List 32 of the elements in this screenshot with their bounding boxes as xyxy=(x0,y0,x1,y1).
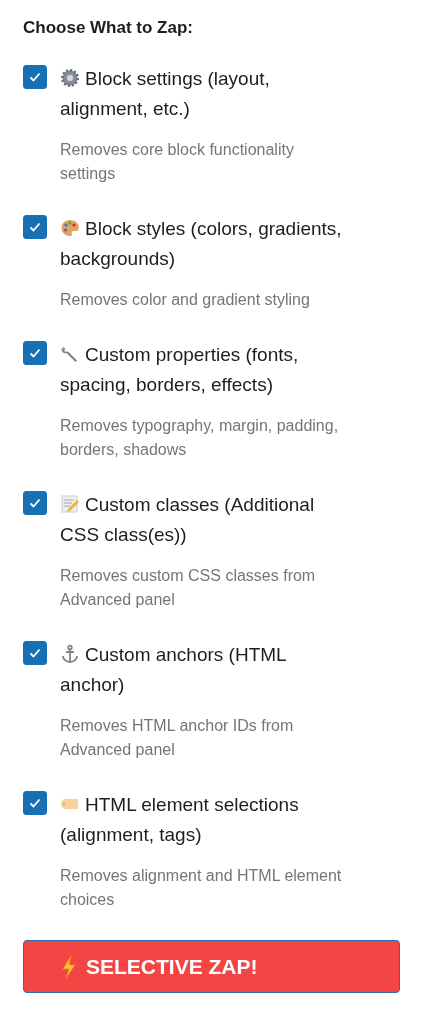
option-label[interactable]: Custom properties (fonts, spacing, borders, effects) xyxy=(60,340,352,400)
option-description: Removes alignment and HTML element choices xyxy=(60,866,343,910)
option-label[interactable]: HTML element selections (alignment, tags) xyxy=(60,790,352,850)
gear-icon xyxy=(60,68,80,88)
checkbox[interactable] xyxy=(23,791,47,815)
check-icon xyxy=(28,796,42,810)
option-description: Removes color and gradient styling xyxy=(60,290,311,310)
memo-icon xyxy=(60,494,80,514)
checkbox[interactable] xyxy=(23,215,47,239)
checkbox[interactable] xyxy=(23,491,47,515)
option-label[interactable]: Custom classes (Additional CSS class(es)) xyxy=(60,490,352,550)
option-label[interactable]: Custom anchors (HTML anchor) xyxy=(60,640,352,700)
check-icon xyxy=(28,70,42,84)
wrench-icon xyxy=(60,344,80,364)
checkbox[interactable] xyxy=(23,341,47,365)
check-icon xyxy=(28,496,42,510)
palette-icon xyxy=(60,218,80,238)
section-heading: Choose What to Zap: xyxy=(23,18,194,38)
check-icon xyxy=(28,220,42,234)
option-description: Removes core block functionality settings xyxy=(60,140,295,184)
checkbox[interactable] xyxy=(23,641,47,665)
option-description: Removes typography, margin, padding, borders, shadows xyxy=(60,416,340,460)
option-label[interactable]: Block styles (colors, gradients, backgrounds) xyxy=(60,214,352,274)
option-label[interactable]: Block settings (layout, alignment, etc.) xyxy=(60,64,352,124)
selective-zap-button[interactable]: SELECTIVE ZAP! xyxy=(23,940,400,993)
check-icon xyxy=(28,346,42,360)
option-description: Removes HTML anchor IDs from Advanced panel xyxy=(60,716,295,760)
lightning-icon xyxy=(60,954,78,979)
checkbox[interactable] xyxy=(23,65,47,89)
check-icon xyxy=(28,646,42,660)
anchor-icon xyxy=(60,644,80,664)
option-description: Removes custom CSS classes from Advanced panel xyxy=(60,566,317,610)
